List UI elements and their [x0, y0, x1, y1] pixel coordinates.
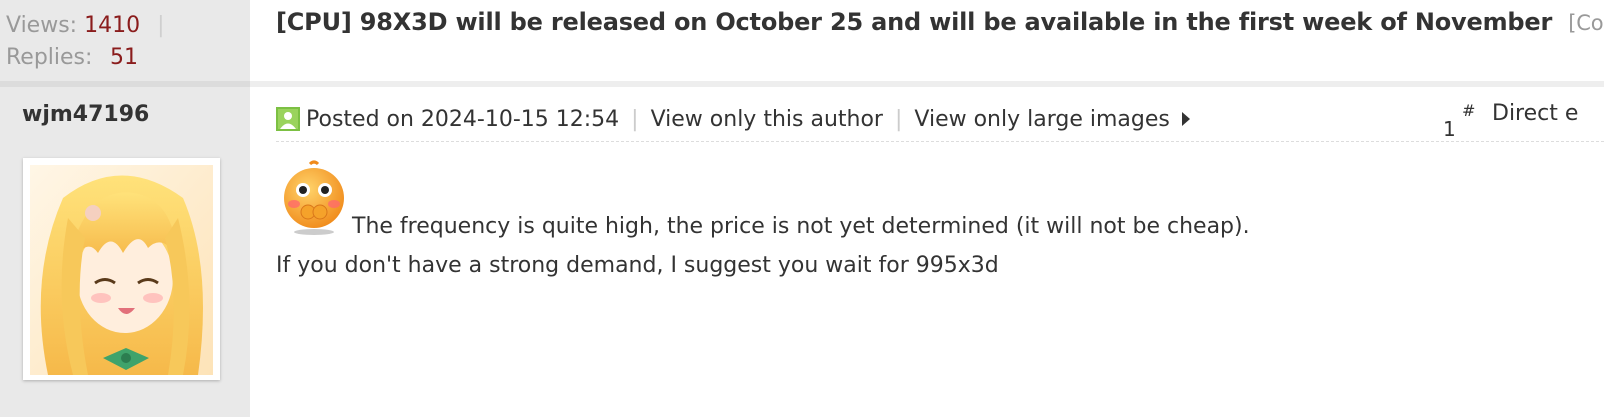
post-meta-bar: Posted on 2024-10-15 12:54 | View only t…: [276, 101, 1190, 137]
stats-separator: |: [157, 13, 165, 38]
shy-face-emoji-icon: [284, 160, 344, 235]
direct-jump-link[interactable]: Direct e: [1492, 101, 1578, 126]
meta-separator: |: [894, 106, 903, 132]
post-author-name[interactable]: wjm47196: [22, 102, 149, 127]
floor-number: 1: [1443, 117, 1456, 141]
copy-link-button[interactable]: [Copy link]: [1568, 11, 1604, 35]
floor-hash: #: [1462, 101, 1476, 120]
meta-separator: |: [631, 106, 639, 132]
views-count: 1410: [84, 13, 141, 38]
view-only-large-images-link[interactable]: View only large images: [914, 107, 1169, 132]
anime-girl-avatar-icon: [30, 165, 213, 375]
posted-on-text: Posted on 2024-10-15 12:54: [306, 106, 620, 132]
thread-title: [CPU] 98X3D will be released on October …: [276, 8, 1604, 36]
view-only-author-link[interactable]: View only this author: [651, 107, 883, 132]
replies-label: Replies:: [6, 45, 93, 70]
forum-thread-page: Views: 1410 | Replies: 51 wjm47196 [CPU]…: [0, 0, 1604, 417]
title-divider: [250, 81, 1604, 87]
caret-right-icon[interactable]: [1181, 112, 1190, 126]
left-column-divider: [0, 81, 250, 87]
author-avatar[interactable]: [23, 158, 220, 380]
thread-title-bar: [CPU] 98X3D will be released on October …: [250, 0, 1604, 81]
post-body-line-2: If you don't have a strong demand, I sug…: [276, 253, 999, 278]
thread-title-text: [CPU] 98X3D will be released on October …: [276, 8, 1553, 36]
post-body-line-1: The frequency is quite high, the price i…: [352, 214, 1250, 239]
replies-count: 51: [110, 45, 138, 70]
online-user-icon: [276, 107, 300, 131]
views-label: Views:: [6, 13, 78, 38]
meta-dashed-divider: [276, 141, 1604, 142]
